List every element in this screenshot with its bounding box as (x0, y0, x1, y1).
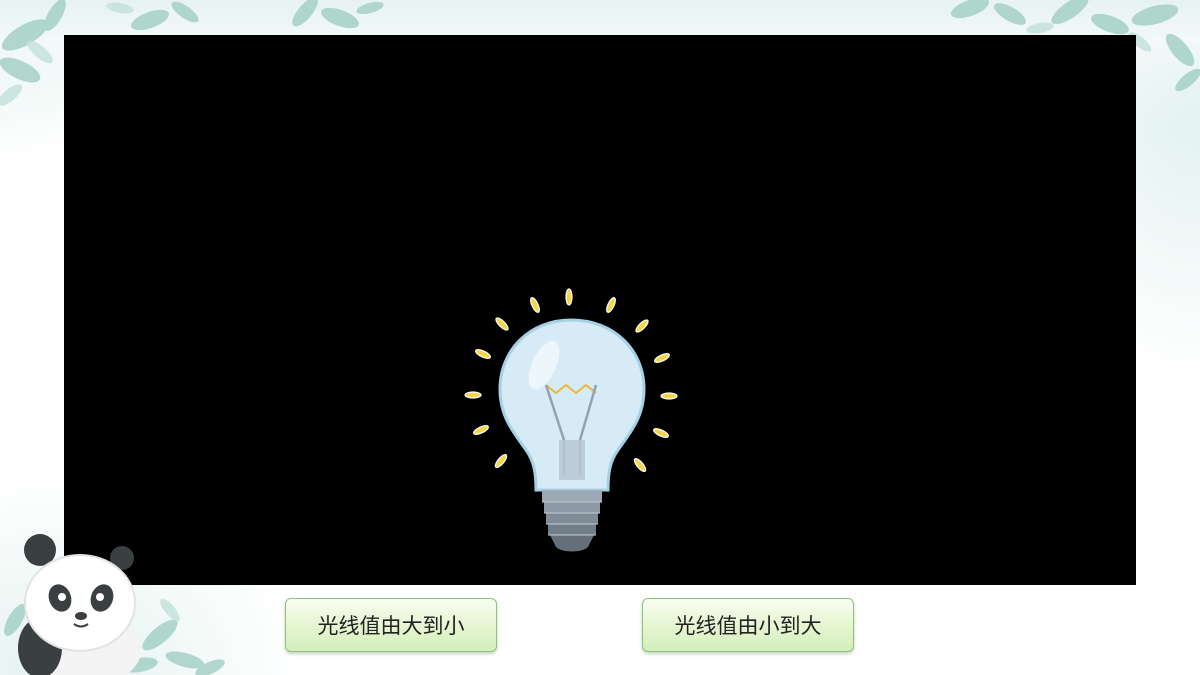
video-stage[interactable] (64, 35, 1136, 585)
light-decrease-button[interactable]: 光线值由大到小 (285, 598, 497, 652)
light-increase-button[interactable]: 光线值由小到大 (642, 598, 854, 652)
panda-icon (18, 534, 142, 675)
light-bulb-icon (464, 288, 678, 552)
